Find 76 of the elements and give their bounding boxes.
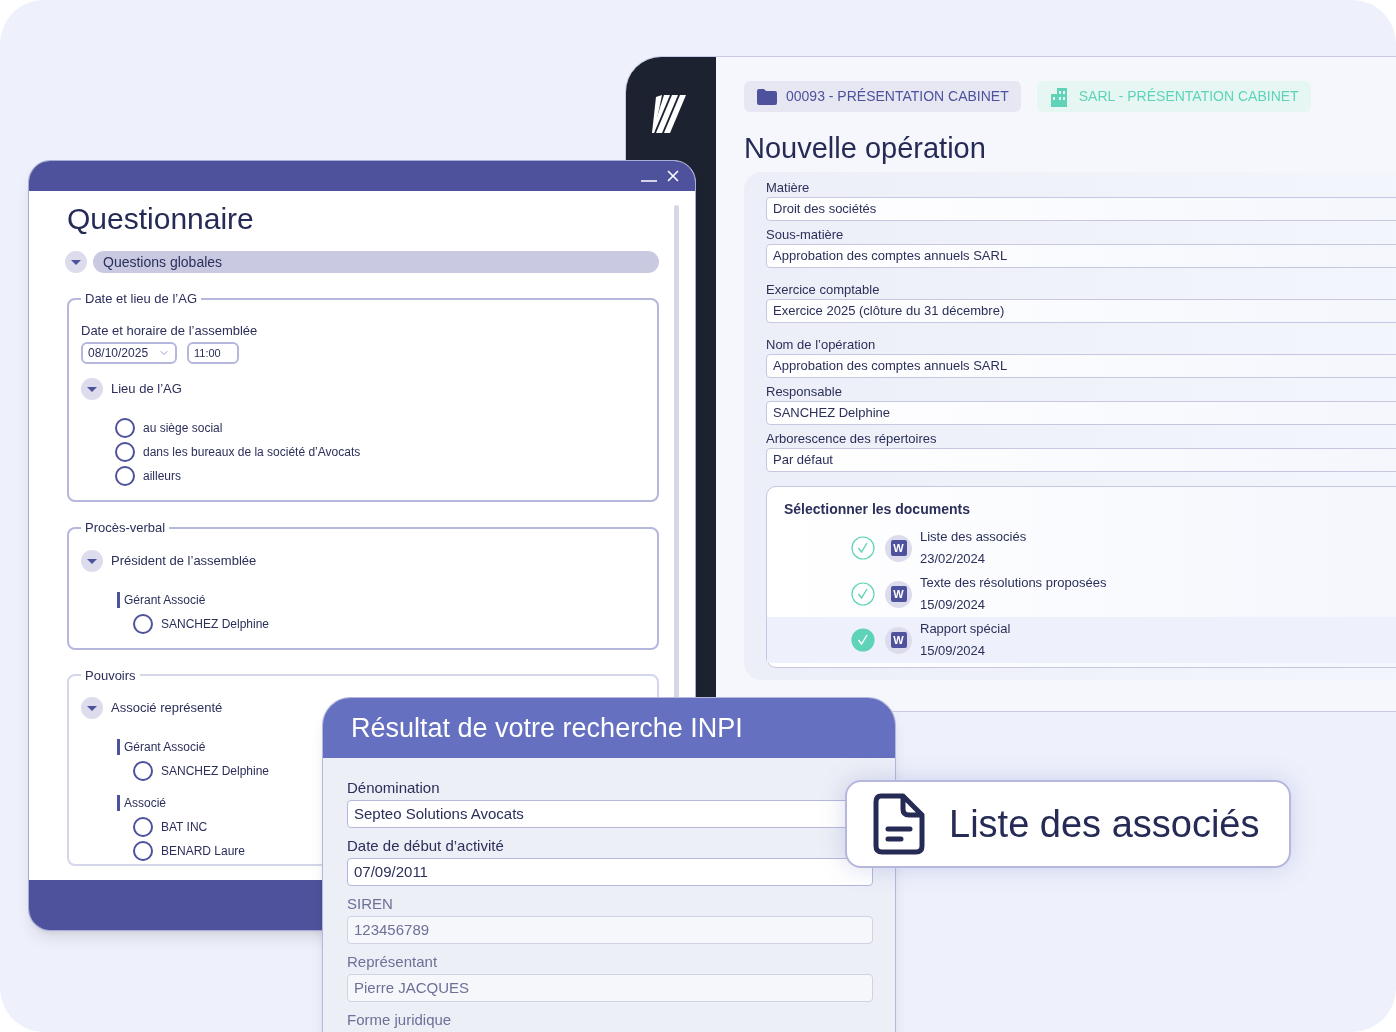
document-toast[interactable]: Liste des associés bbox=[845, 780, 1291, 868]
caret-icon[interactable] bbox=[65, 251, 87, 273]
radio-label: ailleurs bbox=[143, 468, 181, 485]
field-label: Matière bbox=[766, 180, 810, 196]
section-header[interactable]: Questions globales bbox=[93, 251, 659, 273]
radio-label: SANCHEZ Delphine bbox=[161, 763, 270, 780]
time-field[interactable]: 11:00 bbox=[187, 342, 239, 364]
field-label: SIREN bbox=[347, 894, 393, 914]
field-label: Sous-matière bbox=[766, 227, 844, 243]
radio-label: dans les bureaux de la société d’Avocats bbox=[143, 444, 361, 461]
document-date: 15/09/2024 bbox=[920, 642, 987, 660]
text-field[interactable]: Exercice 2025 (clôture du 31 décembre) bbox=[766, 299, 1396, 323]
role-label: Gérant Associé bbox=[117, 739, 206, 755]
word-file-icon: W bbox=[885, 626, 912, 654]
radio-button[interactable] bbox=[115, 418, 135, 438]
field-label: Responsable bbox=[766, 384, 842, 400]
radio-button[interactable] bbox=[115, 442, 135, 462]
word-file-icon: W bbox=[885, 534, 912, 562]
radio-label: BENARD Laure bbox=[161, 843, 246, 860]
role-label: Gérant Associé bbox=[117, 591, 206, 608]
question-label: Lieu de l’AG bbox=[111, 380, 182, 399]
check-icon[interactable] bbox=[851, 628, 875, 652]
card-title: Liste des associés bbox=[949, 801, 1260, 847]
radio-button[interactable] bbox=[115, 466, 135, 486]
text-field[interactable]: Pierre JACQUES bbox=[347, 974, 873, 1002]
radio-button[interactable] bbox=[133, 841, 153, 861]
document-name: Liste des associés bbox=[920, 528, 1027, 546]
text-field[interactable]: SANCHEZ Delphine bbox=[766, 401, 1396, 425]
group-legend: Pouvoirs bbox=[81, 665, 140, 685]
field-label: Forme juridique bbox=[347, 1010, 452, 1030]
field-label: Date de début d’activité bbox=[347, 836, 504, 856]
document-row[interactable]: W Rapport spécial 15/09/2024 bbox=[767, 617, 1396, 663]
check-icon[interactable] bbox=[851, 536, 875, 560]
caret-icon[interactable] bbox=[81, 378, 103, 400]
field-label: Exercice comptable bbox=[766, 282, 880, 298]
field-label: Représentant bbox=[347, 952, 438, 972]
caret-icon[interactable] bbox=[81, 549, 103, 572]
document-name: Rapport spécial bbox=[920, 620, 1011, 638]
section-title: Sélectionner les documents bbox=[783, 500, 970, 519]
page-title: Nouvelle opération bbox=[744, 131, 986, 166]
caret-icon[interactable] bbox=[81, 697, 103, 719]
radio-label: au siège social bbox=[143, 420, 223, 437]
close-icon[interactable] bbox=[667, 170, 679, 182]
document-icon bbox=[873, 793, 925, 855]
radio-label: SANCHEZ Delphine bbox=[161, 615, 270, 633]
question-label: Associé représenté bbox=[111, 699, 223, 718]
question-label: Président de l’assemblée bbox=[111, 551, 257, 570]
radio-button[interactable] bbox=[133, 761, 153, 781]
document-date: 15/09/2024 bbox=[920, 596, 987, 614]
field-label: Arborescence des répertoires bbox=[766, 431, 937, 447]
document-date: 23/02/2024 bbox=[920, 550, 987, 568]
role-label: Associé bbox=[117, 795, 167, 811]
group-legend: Date et lieu de l’AG bbox=[81, 289, 201, 309]
check-icon[interactable] bbox=[851, 582, 875, 606]
group-legend: Procès-verbal bbox=[81, 518, 170, 538]
radio-button[interactable] bbox=[133, 613, 153, 634]
field-label: Nom de l’opération bbox=[766, 337, 876, 353]
radio-label: BAT INC bbox=[161, 819, 208, 836]
text-field[interactable]: Par défaut bbox=[766, 448, 1396, 472]
field-label: Dénomination bbox=[347, 778, 440, 798]
document-row[interactable]: W Liste des associés 23/02/2024 bbox=[767, 525, 1396, 571]
window-title: Résultat de votre recherche INPI bbox=[351, 711, 743, 745]
field-label: Date et horaire de l’assemblée bbox=[81, 321, 258, 340]
text-field[interactable]: Approbation des comptes annuels SARL bbox=[766, 244, 1396, 268]
text-field[interactable]: 07/09/2011 bbox=[347, 858, 873, 886]
document-name: Texte des résolutions proposées bbox=[920, 574, 1107, 592]
window-title: Questionnaire bbox=[67, 201, 254, 237]
radio-button[interactable] bbox=[133, 817, 153, 837]
text-field[interactable]: Droit des sociétés bbox=[766, 197, 1396, 221]
breadcrumb[interactable]: 00093 - PRÉSENTATION CABINET bbox=[744, 81, 1021, 112]
word-file-icon: W bbox=[885, 580, 912, 608]
folder-icon bbox=[756, 87, 778, 106]
date-field[interactable]: 08/10/2025 bbox=[81, 342, 177, 364]
text-field[interactable]: Approbation des comptes annuels SARL bbox=[766, 354, 1396, 378]
text-field[interactable]: 123456789 bbox=[347, 916, 873, 944]
document-row[interactable]: W Texte des résolutions proposées 15/09/2024 bbox=[767, 571, 1396, 617]
